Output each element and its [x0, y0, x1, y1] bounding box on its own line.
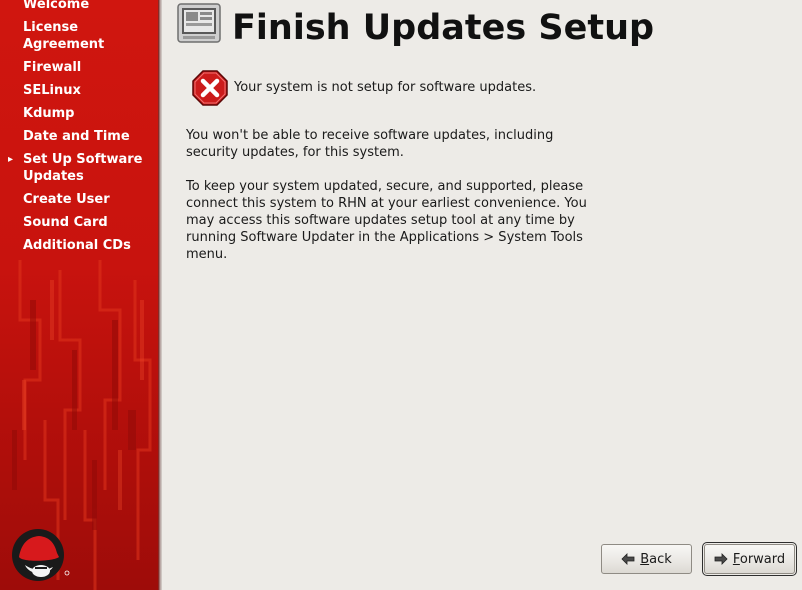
step-label: Set Up Software Updates: [23, 152, 143, 184]
forward-button-label: Forward: [732, 551, 786, 567]
error-message: Your system is not setup for software up…: [234, 80, 537, 95]
page-title: Finish Updates Setup: [232, 8, 655, 48]
step-selinux[interactable]: SELinux: [0, 82, 158, 99]
sidebar: Welcome License Agreement Firewall SELin…: [0, 0, 158, 590]
computer-window-icon: [177, 3, 221, 43]
step-label: Kdump: [23, 106, 75, 121]
step-date-and-time[interactable]: Date and Time: [0, 128, 158, 145]
step-license-agreement[interactable]: License Agreement: [0, 19, 158, 53]
step-firewall[interactable]: Firewall: [0, 59, 158, 76]
step-set-up-software-updates[interactable]: ▸ Set Up Software Updates: [0, 151, 158, 185]
current-step-arrow-icon: ▸: [8, 154, 14, 165]
step-label: SELinux: [23, 83, 81, 98]
back-button[interactable]: Back: [601, 544, 692, 574]
arrow-left-icon: [621, 553, 635, 565]
info-paragraph: To keep your system updated, secure, and…: [186, 179, 587, 262]
steps-list: Welcome License Agreement Firewall SELin…: [0, 0, 158, 260]
step-label: Create User: [23, 192, 110, 207]
firstboot-window: Welcome License Agreement Firewall SELin…: [0, 0, 802, 590]
step-label: Additional CDs: [23, 238, 131, 253]
step-label: Firewall: [23, 60, 82, 75]
step-welcome[interactable]: Welcome: [0, 0, 158, 13]
main-panel: Finish Updates Setup Your system is not …: [162, 0, 802, 590]
step-additional-cds[interactable]: Additional CDs: [0, 237, 158, 254]
arrow-right-icon: [714, 553, 728, 565]
forward-button[interactable]: Forward: [702, 542, 797, 576]
step-label: License Agreement: [23, 20, 105, 52]
error-x-icon: [192, 70, 228, 106]
step-create-user[interactable]: Create User: [0, 191, 158, 208]
back-button-label: Back: [640, 551, 672, 567]
step-kdump[interactable]: Kdump: [0, 105, 158, 122]
info-paragraph: You won't be able to receive software up…: [186, 128, 554, 160]
step-sound-card[interactable]: Sound Card: [0, 214, 158, 231]
step-label: Sound Card: [23, 215, 108, 230]
redhat-logo-icon: [12, 529, 70, 581]
step-label: Welcome: [23, 0, 90, 12]
step-label: Date and Time: [23, 129, 130, 144]
